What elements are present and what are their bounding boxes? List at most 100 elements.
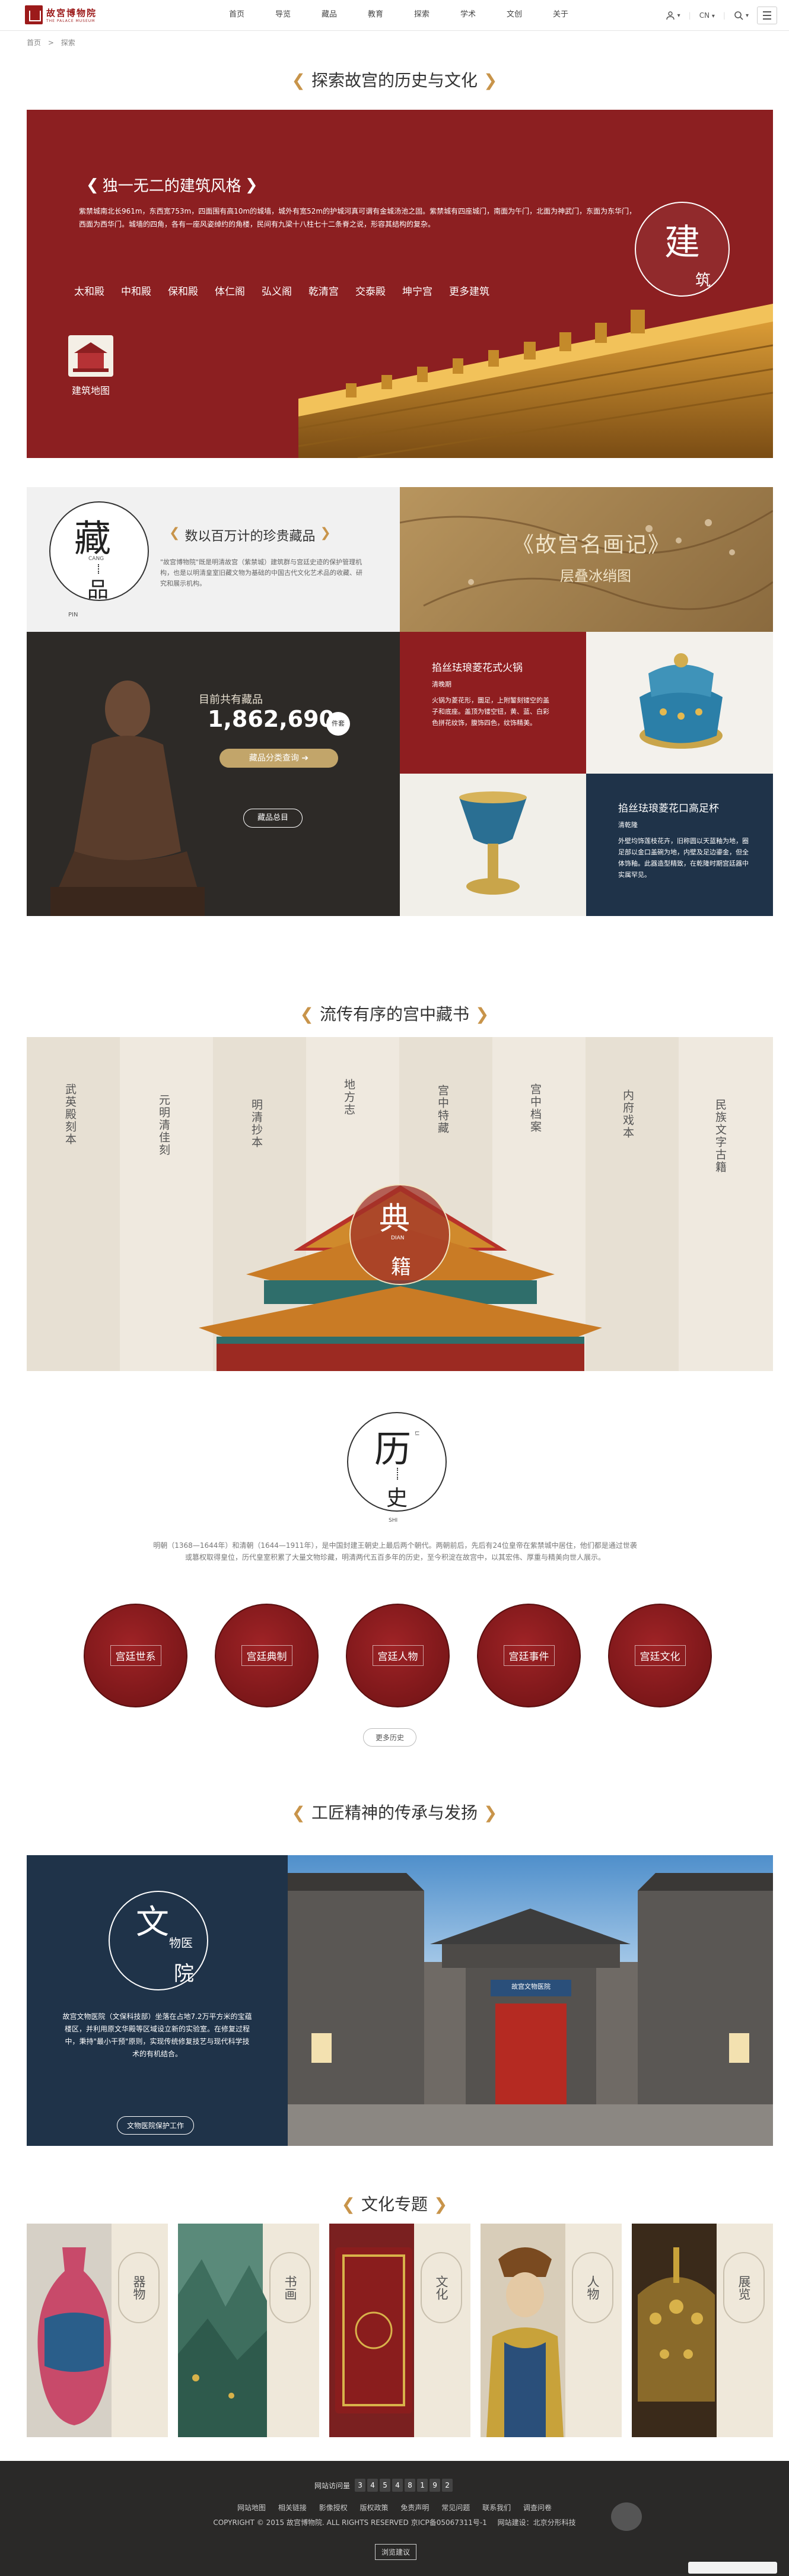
architecture-panel: ❮ 独一无二的建筑风格 ❯ 紫禁城南北长961m，东西宽753m，四面围有高10m的… [27, 110, 773, 458]
topic-card-exhibitions[interactable]: 展览 [632, 2224, 773, 2437]
architecture-heading-text: 独一无二的建筑风格 [102, 177, 241, 195]
user-dropdown-arrow[interactable]: ▾ [677, 12, 680, 19]
footer-link-faq[interactable]: 常见问题 [441, 2502, 470, 2513]
title-ornament-right-icon: ❯ [483, 1803, 498, 1823]
book-category-mingqing-manuscript[interactable]: 明清抄本 [249, 1099, 265, 1149]
conservation-badge: 文 物医 院 [109, 1891, 208, 1990]
history-circle-institutions[interactable]: 宫廷典制 [215, 1604, 319, 1707]
topic-card-painting[interactable]: 书画 [178, 2224, 319, 2437]
menu-item-home[interactable]: 首页 [214, 0, 260, 30]
search-icon[interactable] [734, 11, 743, 20]
collection-category-search-button[interactable]: 藏品分类查询 ➔ [219, 749, 338, 768]
item1-image[interactable] [586, 632, 773, 774]
book-category-palace-collection[interactable]: 宫中特藏 [435, 1085, 451, 1134]
title-ornament-right-icon: ❯ [434, 2195, 448, 2214]
architecture-map-link[interactable]: 建筑地图 [68, 335, 113, 397]
visit-digit: 8 [405, 2479, 416, 2492]
breadcrumb-home[interactable]: 首页 [27, 39, 41, 47]
history-circle-culture[interactable]: 宫廷文化 [608, 1604, 712, 1707]
history-badge-en-top: LI [413, 1431, 419, 1436]
input-method-toolbar[interactable] [688, 2562, 777, 2574]
building-link-more[interactable]: 更多建筑 [449, 283, 496, 298]
more-history-button[interactable]: 更多历史 [363, 1728, 417, 1747]
history-badge: 历 LI 史 [347, 1412, 447, 1512]
collections-badge-en-bottom: PIN [68, 612, 78, 618]
footer-link-sitemap[interactable]: 网站地图 [237, 2502, 266, 2513]
famous-painting-card[interactable]: 《故宫名画记》 层叠冰绡图 [400, 487, 773, 632]
visit-digit: 1 [417, 2479, 428, 2492]
jeweled-crown-image [638, 2247, 715, 2402]
topic-label-culture: 文化 [421, 2252, 462, 2323]
hamburger-menu-button[interactable] [757, 7, 777, 24]
menu-item-about[interactable]: 关于 [537, 0, 584, 30]
hospital-gate-image [288, 1873, 773, 2146]
painting-background-image [400, 510, 773, 610]
book-category-opera-scripts[interactable]: 内府戏本 [620, 1089, 636, 1139]
footer-link-contact[interactable]: 联系我们 [482, 2502, 511, 2513]
history-circle-events[interactable]: 宫廷事件 [477, 1604, 581, 1707]
menu-item-explore[interactable]: 探索 [399, 0, 445, 30]
building-link-kunninggong[interactable]: 坤宁宫 [402, 283, 449, 298]
item2-period: 清乾隆 [618, 821, 638, 829]
collection-count: 1,862,690 [208, 706, 335, 732]
footer-link-related[interactable]: 相关链接 [278, 2502, 307, 2513]
item2-info-card[interactable]: 掐丝珐琅菱花口高足杯 清乾隆 外壁均饰莲枝花卉，旧称圆以天蓝釉为地，圈足部以金口… [586, 774, 773, 916]
book-category-yuanmingqing[interactable]: 元明清佳刻 [156, 1094, 172, 1156]
books-badge-char-top: 典 [379, 1201, 411, 1237]
item1-title: 掐丝珐琅菱花式火锅 [432, 662, 523, 674]
conservation-work-button[interactable]: 文物医院保护工作 [117, 2116, 195, 2135]
architecture-description: 紫禁城南北长961m，东西宽753m，四面围有高10m的城墙，城外有宽52m的护… [79, 207, 637, 228]
conservation-hospital-photo: 故宫文物医院 [288, 1855, 773, 2146]
history-circle-figures[interactable]: 宫廷人物 [346, 1604, 450, 1707]
section-title-craftsmanship: ❮ 工匠精神的传承与发扬 ❯ [0, 1800, 789, 1824]
building-link-qianqinggong[interactable]: 乾清宫 [308, 283, 355, 298]
logo[interactable]: 故宮博物院 THE PALACE MUSEUM [25, 5, 97, 24]
books-panel: 武英殿刻本 元明清佳刻 明清抄本 地方志 宫中特藏 宫中档案 内府戏本 民族文字… [27, 1037, 773, 1371]
painting-title: 《故宫名画记》 [513, 533, 671, 557]
building-link-taihedian[interactable]: 太和殿 [74, 283, 121, 298]
book-category-wuyingdian[interactable]: 武英殿刻本 [62, 1083, 78, 1146]
book-category-palace-archives[interactable]: 宫中档案 [527, 1083, 543, 1133]
topic-card-artifacts[interactable]: 器物 [27, 2224, 168, 2437]
architecture-map-label: 建筑地图 [71, 385, 110, 396]
breadcrumb-current: 探索 [61, 39, 75, 47]
footer-link-copyright[interactable]: 版权政策 [360, 2502, 389, 2513]
history-circle-lineage[interactable]: 宫廷世系 [84, 1604, 187, 1707]
building-link-baohedian[interactable]: 保和殿 [168, 283, 215, 298]
footer-copyright: COPYRIGHT © 2015 故宫博物院. ALL RIGHTS RESER… [213, 2518, 487, 2527]
collections-badge-en-top: CANG [88, 556, 104, 562]
section1-title: 探索故宫的历史与文化 [311, 71, 478, 90]
topic-card-culture[interactable]: 文化 [329, 2224, 470, 2437]
section5-title: 工匠精神的传承与发扬 [311, 1803, 478, 1823]
site-footer: 网站访问量 34548192 网站地图 相关链接 影像授权 版权政策 免责声明 … [0, 2461, 789, 2576]
building-link-jiaotaidian[interactable]: 交泰殿 [355, 283, 402, 298]
topic-label-figures: 人物 [572, 2252, 613, 2323]
item1-info-card[interactable]: 掐丝珐琅菱花式火锅 清晚期 火锅为菱花形，圜足，上附錾刻镂空的盖子和底座。盖顶为… [400, 632, 586, 774]
section3-title: 流传有序的宫中藏书 [319, 1004, 469, 1024]
building-link-tirenge[interactable]: 体仁阁 [215, 283, 262, 298]
collection-catalog-button[interactable]: 藏品总目 [243, 809, 303, 828]
category-search-label: 藏品分类查询 [249, 753, 299, 763]
menu-item-guide[interactable]: 导览 [260, 0, 306, 30]
item2-image[interactable] [400, 774, 586, 916]
menu-item-creative[interactable]: 文创 [491, 0, 537, 30]
visit-digit: 2 [442, 2479, 453, 2492]
book-category-local-gazetteer[interactable]: 地方志 [341, 1079, 357, 1116]
user-icon[interactable] [666, 11, 675, 20]
footer-link-survey[interactable]: 调查问卷 [523, 2502, 552, 2513]
book-category-ethnic-texts[interactable]: 民族文字古籍 [712, 1099, 728, 1173]
topic-card-figures[interactable]: 人物 [481, 2224, 622, 2437]
menu-item-collections[interactable]: 藏品 [306, 0, 352, 30]
visit-digit: 3 [355, 2479, 366, 2492]
topic-label-exhibitions: 展览 [723, 2252, 765, 2323]
browse-suggestion-button[interactable]: 浏览建议 [375, 2544, 417, 2560]
language-switch[interactable]: CN ▾ [699, 11, 715, 20]
search-dropdown-arrow[interactable]: ▾ [746, 12, 749, 19]
menu-item-education[interactable]: 教育 [352, 0, 399, 30]
building-link-hongyige[interactable]: 弘义阁 [262, 283, 308, 298]
building-link-zhonghedian[interactable]: 中和殿 [121, 283, 168, 298]
footer-link-disclaimer[interactable]: 免责声明 [400, 2502, 429, 2513]
footer-link-image-license[interactable]: 影像授权 [319, 2502, 348, 2513]
language-dropdown-arrow: ▾ [711, 13, 715, 20]
menu-item-academic[interactable]: 学术 [445, 0, 491, 30]
